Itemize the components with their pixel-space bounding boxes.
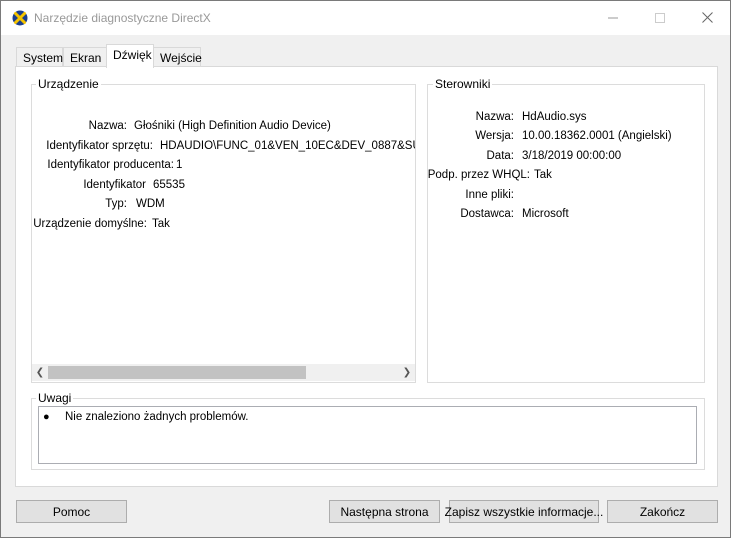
drivers-group — [427, 84, 705, 383]
default-device-value: Tak — [152, 218, 170, 230]
exit-button[interactable]: Zakończ — [607, 500, 718, 523]
driver-date-value: 3/18/2019 00:00:00 — [522, 150, 622, 162]
product-id-label: Identyfikator — [83, 179, 146, 191]
whql-label: Podp. przez WHQL: — [427, 169, 530, 181]
product-id-value: 65535 — [153, 179, 185, 191]
default-device-label: Urządzenie domyślne: — [33, 218, 147, 230]
tab-ekran[interactable]: Ekran — [63, 47, 107, 67]
device-name-label: Nazwa: — [88, 120, 127, 132]
save-all-info-button-label: Zapisz wszystkie informacje... — [444, 504, 604, 519]
provider-label: Dostawca: — [460, 208, 514, 220]
scrollbar-thumb[interactable] — [48, 366, 306, 379]
driver-date-label: Data: — [486, 150, 515, 162]
device-horizontal-scrollbar[interactable]: ❮ ❯ — [32, 364, 415, 381]
scroll-left-icon[interactable]: ❮ — [34, 366, 46, 379]
help-button-label: Pomoc — [52, 504, 91, 519]
vendor-id-value: 1 — [176, 159, 183, 171]
title-bar[interactable]: Narzędzie diagnostyczne DirectX — [1, 1, 730, 35]
driver-name-value: HdAudio.sys — [522, 111, 587, 123]
note-item: Nie znaleziono żadnych problemów. — [65, 411, 249, 423]
drivers-group-legend: Sterowniki — [433, 77, 493, 91]
type-label: Typ: — [105, 198, 127, 210]
window-title: Narzędzie diagnostyczne DirectX — [34, 11, 211, 25]
hardware-id-value: HDAUDIO\FUNC_01&VEN_10EC&DEV_0887&SUBSYS… — [160, 140, 415, 152]
directx-app-icon — [12, 10, 28, 26]
hardware-id-label: Identyfikator sprzętu: — [46, 140, 153, 152]
next-page-button[interactable]: Następna strona — [329, 500, 440, 523]
close-button[interactable] — [684, 1, 730, 35]
driver-version-value: 10.00.18362.0001 (Angielski) — [522, 130, 672, 142]
minimize-button[interactable] — [590, 1, 636, 35]
driver-name-label: Nazwa: — [475, 111, 514, 123]
driver-version-label: Wersja: — [475, 130, 514, 142]
device-group-legend: Urządzenie — [36, 77, 101, 91]
help-button[interactable]: Pomoc — [16, 500, 127, 523]
scroll-right-icon[interactable]: ❯ — [401, 366, 413, 379]
save-all-info-button[interactable]: Zapisz wszystkie informacje... — [445, 500, 603, 523]
tab-dzwiek[interactable]: Dźwięk — [106, 44, 154, 68]
tab-wejscie[interactable]: Wejście — [153, 47, 202, 67]
type-value: WDM — [136, 198, 165, 210]
notes-group-legend: Uwagi — [36, 391, 74, 405]
whql-value: Tak — [534, 169, 552, 181]
other-files-label: Inne pliki: — [465, 189, 514, 201]
exit-button-label: Zakończ — [639, 504, 686, 519]
device-name-value: Głośniki (High Definition Audio Device) — [134, 120, 331, 132]
maximize-icon — [655, 10, 665, 26]
notes-textbox[interactable]: ● Nie znaleziono żadnych problemów. — [38, 406, 697, 464]
minimize-icon — [608, 10, 618, 26]
provider-value: Microsoft — [522, 208, 569, 220]
maximize-button[interactable] — [637, 1, 683, 35]
bullet-icon: ● — [43, 411, 50, 423]
tab-label: Wejście — [160, 51, 202, 65]
dxdiag-window: Narzędzie diagnostyczne DirectX System E… — [0, 0, 731, 538]
tab-label: System — [23, 51, 64, 65]
tab-system[interactable]: System — [16, 47, 63, 67]
vendor-id-label: Identyfikator producenta: — [47, 159, 174, 171]
next-page-button-label: Następna strona — [340, 504, 429, 519]
close-icon — [701, 10, 713, 26]
tab-label: Ekran — [70, 51, 102, 65]
tab-label: Dźwięk — [113, 48, 152, 62]
